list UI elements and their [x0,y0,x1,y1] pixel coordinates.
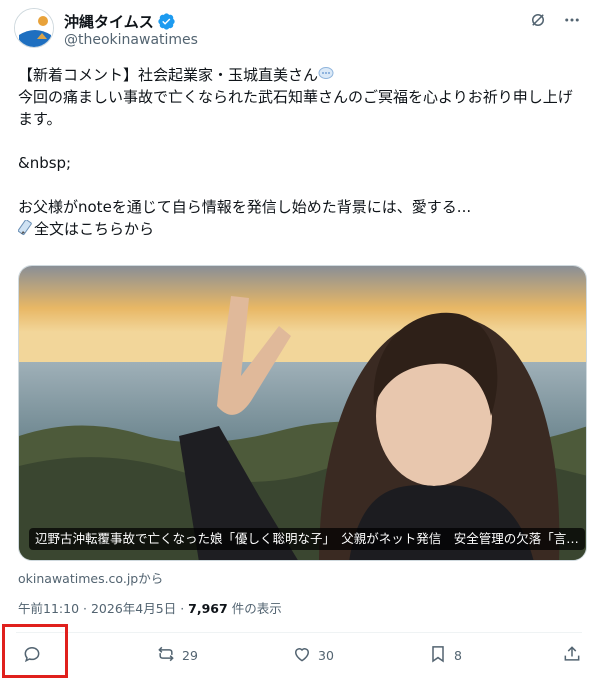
meta-separator: · [83,601,87,616]
handle[interactable]: @theokinawatimes [64,32,198,48]
card-domain[interactable]: okinawatimes.co.jpから [18,568,163,587]
tweet-meta: 午前11:10 · 2026年4月5日 · 7,967 件の表示 [18,598,282,617]
speech-bubble-emoji [318,66,334,82]
tweet-line-3: &nbsp; [18,154,72,172]
tweet-line-4: お父様がnoteを通じて自ら情報を発信し始めた背景には、愛する... [18,198,472,216]
more-icon[interactable] [562,10,582,30]
share-button[interactable] [562,644,582,667]
retweet-icon [156,644,176,667]
tweet-date[interactable]: 2026年4月5日 [91,601,176,616]
tweet: 沖縄タイムス @theokinawatimes 【新着コメント】社会起業家・玉城… [0,0,598,681]
tweet-line-1: 【新着コメント】社会起業家・玉城直美さん [18,66,319,84]
tweet-text: 【新着コメント】社会起業家・玉城直美さん 今回の痛ましい事故で亡くなられた武石知… [17,64,584,240]
avatar[interactable] [14,8,54,48]
link-card[interactable]: 辺野古沖転覆事故で亡くなった娘「優しく聡明な子」 父親がネット発信 安全管理の欠… [18,265,587,561]
highlight-box [2,624,68,678]
like-count: 30 [318,648,334,663]
retweet-count: 29 [182,648,198,663]
verified-badge-icon [158,12,175,30]
bookmark-icon [428,644,448,667]
card-caption: 辺野古沖転覆事故で亡くなった娘「優しく聡明な子」 父親がネット発信 安全管理の欠… [29,528,585,550]
like-icon [292,644,312,667]
memo-emoji [17,219,34,236]
share-icon [562,644,582,667]
bookmark-button[interactable]: 8 [428,644,462,667]
like-button[interactable]: 30 [292,644,334,667]
meta-separator: · [180,601,185,616]
divider [16,632,582,633]
retweet-button[interactable]: 29 [156,644,198,667]
tweet-time[interactable]: 午前11:10 [18,601,79,616]
bookmark-count: 8 [454,648,462,663]
tweet-line-2: 今回の痛ましい事故で亡くなられた武石知華さんのご冥福を心よりお祈り申し上げます。 [18,88,573,128]
card-photo [19,266,586,560]
action-bar: 29 30 8 [0,636,598,680]
read-more-link[interactable]: 全文はこちらから [34,220,154,238]
display-name[interactable]: 沖縄タイムス [64,11,154,32]
grok-icon[interactable] [528,10,548,30]
view-label: 件の表示 [231,601,282,616]
view-count: 7,967 [188,601,228,616]
